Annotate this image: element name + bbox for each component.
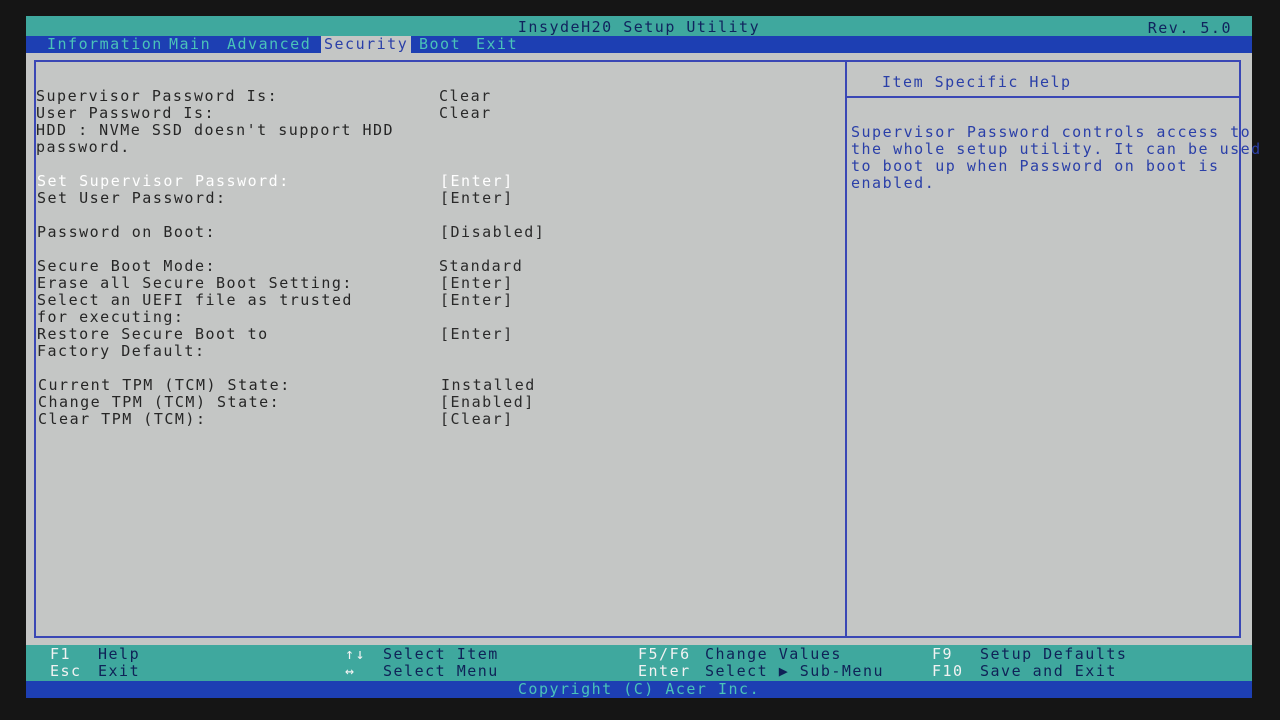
left-right-arrows-icon: ↔	[345, 662, 356, 680]
tab-main[interactable]: Main	[166, 36, 214, 53]
copyright-bar: Copyright (C) Acer Inc.	[26, 681, 1252, 698]
supervisor-password-status-value: Clear	[439, 87, 492, 105]
f9-key: F9	[932, 645, 954, 663]
updown-desc: Select Item	[383, 645, 499, 663]
secure-boot-mode-label: Secure Boot Mode:	[37, 257, 217, 275]
tab-security[interactable]: Security	[321, 36, 412, 53]
select-uefi-label-line2: for executing:	[37, 308, 185, 326]
tab-information[interactable]: Information	[44, 36, 166, 53]
help-text: Supervisor Password controls access to t…	[851, 123, 1262, 192]
change-tpm-state-value[interactable]: [Enabled]	[440, 394, 535, 411]
key-legend: F1 Help Esc Exit ↑↓ Select Item ↔ Select…	[26, 645, 1252, 681]
f9-desc: Setup Defaults	[980, 645, 1128, 663]
revision-label: Rev. 5.0	[1147, 19, 1232, 37]
user-password-status-label: User Password Is:	[36, 104, 216, 122]
enter-key: Enter	[638, 662, 691, 680]
settings-pane: Supervisor Password Is: Clear User Passw…	[36, 62, 845, 636]
help-line: enabled.	[851, 174, 936, 192]
bios-screen: InsydeH20 Setup Utility Rev. 5.0 Informa…	[26, 16, 1262, 698]
set-supervisor-password-label[interactable]: Set Supervisor Password:	[37, 173, 290, 190]
change-tpm-state-label[interactable]: Change TPM (TCM) State:	[38, 394, 280, 411]
help-line: to boot up when Password on boot is	[851, 157, 1220, 175]
help-line: Supervisor Password controls access to	[851, 123, 1252, 141]
main-frame: Supervisor Password Is: Clear User Passw…	[34, 60, 1262, 638]
f10-key: F10	[932, 662, 964, 680]
tab-advanced[interactable]: Advanced	[224, 36, 314, 53]
user-password-status-value: Clear	[439, 104, 492, 122]
title-bar: InsydeH20 Setup Utility Rev. 5.0	[26, 16, 1252, 37]
current-tpm-state-label: Current TPM (TCM) State:	[38, 376, 291, 394]
app-title: InsydeH20 Setup Utility	[517, 18, 761, 36]
password-on-boot-value[interactable]: [Disabled]	[440, 224, 545, 241]
help-pane: Item Specific Help Supervisor Password c…	[847, 62, 1262, 636]
clear-tpm-label[interactable]: Clear TPM (TCM):	[38, 411, 207, 428]
set-user-password-value[interactable]: [Enter]	[440, 190, 514, 207]
tab-exit[interactable]: Exit	[473, 36, 521, 53]
set-supervisor-password-value[interactable]: [Enter]	[440, 173, 514, 190]
erase-secure-boot-value[interactable]: [Enter]	[440, 275, 514, 292]
hdd-note-line1: HDD : NVMe SSD doesn't support HDD	[36, 121, 395, 139]
set-user-password-label[interactable]: Set User Password:	[37, 190, 227, 207]
select-uefi-label-line1[interactable]: Select an UEFI file as trusted	[37, 292, 353, 309]
enter-desc: Select ▶ Sub-Menu	[705, 662, 885, 680]
select-uefi-value[interactable]: [Enter]	[440, 292, 514, 309]
help-title-box: Item Specific Help	[847, 62, 1239, 98]
f10-desc: Save and Exit	[980, 662, 1117, 680]
f1-key: F1	[50, 645, 72, 663]
esc-desc: Exit	[98, 662, 141, 680]
supervisor-password-status-label: Supervisor Password Is:	[36, 87, 279, 105]
hdd-note-line2: password.	[36, 138, 131, 156]
restore-secure-boot-label-line1[interactable]: Restore Secure Boot to	[37, 326, 269, 343]
f1-desc: Help	[98, 645, 141, 663]
f5f6-key: F5/F6	[638, 645, 691, 663]
help-line: the whole setup utility. It can be used	[851, 140, 1262, 158]
f5f6-desc: Change Values	[705, 645, 842, 663]
menu-bar: Information Main Advanced Security Boot …	[26, 36, 1252, 53]
clear-tpm-value[interactable]: [Clear]	[440, 411, 514, 428]
restore-secure-boot-value[interactable]: [Enter]	[440, 326, 514, 343]
leftright-desc: Select Menu	[383, 662, 499, 680]
tab-boot[interactable]: Boot	[416, 36, 464, 53]
esc-key: Esc	[50, 662, 82, 680]
erase-secure-boot-label[interactable]: Erase all Secure Boot Setting:	[37, 275, 353, 292]
copyright-text: Copyright (C) Acer Inc.	[517, 680, 761, 698]
password-on-boot-label[interactable]: Password on Boot:	[37, 224, 216, 241]
secure-boot-mode-value: Standard	[439, 257, 524, 275]
restore-secure-boot-label-line2: Factory Default:	[37, 342, 206, 360]
up-down-arrows-icon: ↑↓	[345, 645, 367, 663]
current-tpm-state-value: Installed	[441, 376, 536, 394]
help-title: Item Specific Help	[882, 73, 1072, 91]
